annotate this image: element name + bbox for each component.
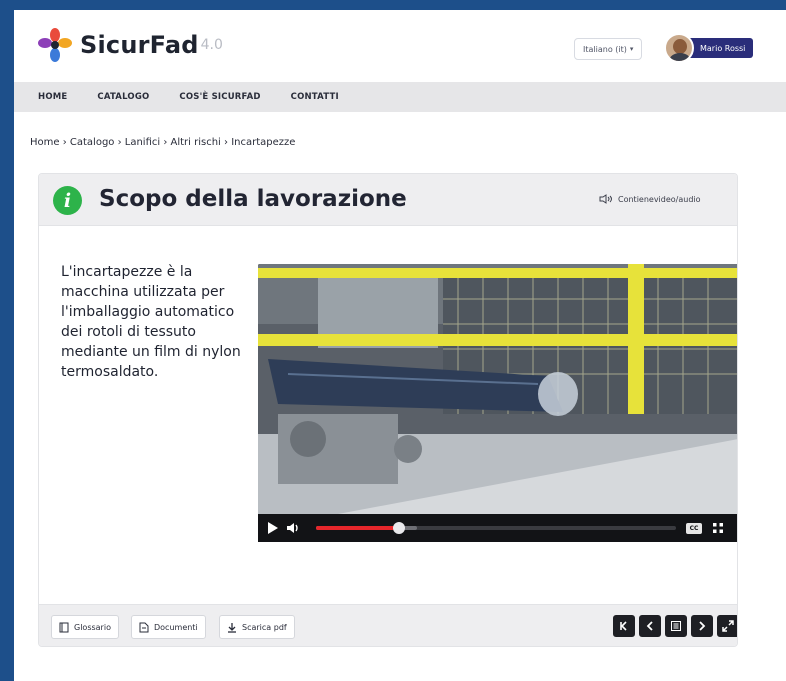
header: SicurFad 4.0 Italiano (it) ▾ Mario Rossi (14, 10, 786, 82)
language-select[interactable]: Italiano (it) ▾ (574, 38, 643, 60)
download-pdf-button[interactable]: Scarica pdf (219, 615, 295, 639)
nav-item-home[interactable]: HOME (38, 92, 67, 102)
list-icon (671, 621, 681, 631)
download-label: Scarica pdf (242, 622, 287, 632)
index-button[interactable] (665, 615, 687, 637)
progress-track[interactable] (316, 522, 676, 534)
language-label: Italiano (it) (583, 44, 627, 54)
documents-button[interactable]: Documenti (131, 615, 206, 639)
logo[interactable]: SicurFad 4.0 (38, 28, 223, 62)
breadcrumb[interactable]: Home › Catalogo › Lanifici › Altri risch… (30, 137, 295, 148)
glossary-button[interactable]: Glossario (51, 615, 119, 639)
progress-bar (316, 526, 399, 530)
speaker-icon (599, 194, 612, 204)
fullscreen-icon[interactable] (712, 522, 724, 534)
volume-icon[interactable] (286, 521, 300, 535)
user-name[interactable]: Mario Rossi (686, 38, 754, 58)
panel-header: i Scopo della lavorazione Contienevideo/… (39, 174, 737, 226)
play-icon[interactable] (268, 522, 278, 534)
video-frame-image (258, 264, 737, 514)
page-title: Scopo della lavorazione (99, 186, 407, 212)
panel-footer: Glossario Documenti Scarica pdf (39, 604, 737, 646)
nav-item-contatti[interactable]: CONTATTI (291, 92, 339, 102)
main-nav: HOME CATALOGO COS'È SICURFAD CONTATTI (14, 82, 786, 112)
content-panel: i Scopo della lavorazione Contienevideo/… (38, 173, 738, 647)
video-controls: CC (258, 514, 737, 542)
media-note-label: Contienevideo/audio (618, 194, 701, 204)
nav-item-catalogo[interactable]: CATALOGO (97, 92, 149, 102)
next-button[interactable] (691, 615, 713, 637)
info-icon: i (53, 186, 82, 215)
nav-item-cose-sicurfad[interactable]: COS'È SICURFAD (179, 92, 260, 102)
user-menu[interactable]: Mario Rossi (664, 32, 754, 64)
expand-button[interactable] (717, 615, 737, 637)
book-icon (59, 622, 69, 632)
app-window: SicurFad 4.0 Italiano (it) ▾ Mario Rossi… (14, 10, 786, 681)
description-text: L'incartapezze è la macchina utilizzata … (61, 264, 241, 380)
video-player[interactable] (258, 264, 737, 542)
documents-label: Documenti (154, 622, 198, 632)
logo-mark-icon (38, 28, 72, 62)
glossary-label: Glossario (74, 622, 111, 632)
download-icon (228, 622, 236, 633)
chevron-down-icon: ▾ (629, 45, 634, 53)
app-name: SicurFad (80, 31, 199, 59)
document-icon (139, 622, 149, 632)
avatar[interactable] (664, 33, 694, 63)
first-page-button[interactable] (613, 615, 635, 637)
app-version: 4.0 (200, 37, 223, 53)
chevron-left-icon (646, 621, 653, 631)
progress-handle[interactable] (392, 522, 405, 534)
first-page-icon (620, 621, 627, 631)
media-note: Contienevideo/audio (599, 194, 701, 204)
captions-button[interactable]: CC (686, 523, 702, 534)
chevron-right-icon (699, 621, 706, 631)
expand-icon (722, 620, 734, 632)
previous-button[interactable] (639, 615, 661, 637)
